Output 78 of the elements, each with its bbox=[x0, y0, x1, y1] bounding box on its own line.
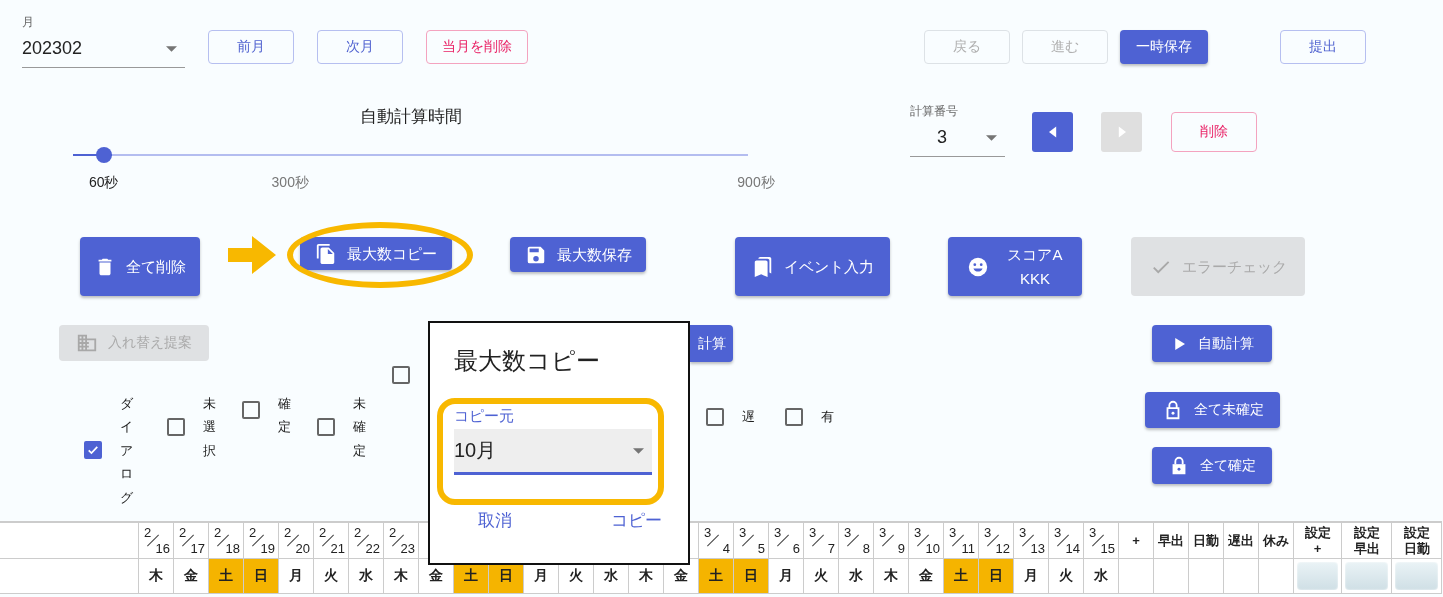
weekday-cell: 日 bbox=[244, 559, 279, 594]
date-header: 3 5 bbox=[734, 523, 769, 559]
delete-button[interactable]: 削除 bbox=[1171, 112, 1257, 152]
weekday-cell: 月 bbox=[769, 559, 804, 594]
weekday-cell: 月 bbox=[279, 559, 314, 594]
save-action-button[interactable]: 最大数保存 bbox=[510, 237, 646, 272]
date-header: 2 23 bbox=[384, 523, 419, 559]
weekday-cell: 月 bbox=[1014, 559, 1049, 594]
date-header: 3 4 bbox=[699, 523, 734, 559]
weekday-cell: 日 bbox=[734, 559, 769, 594]
date-header: 3 13 bbox=[1014, 523, 1049, 559]
column-header: + bbox=[1119, 523, 1154, 559]
weekday-cell: 土 bbox=[699, 559, 734, 594]
column-header: 日勤 bbox=[1189, 523, 1224, 559]
weekday-cell: 木 bbox=[874, 559, 909, 594]
copy-button[interactable]: コピー bbox=[603, 505, 670, 536]
checkbox-label: ダイアログ bbox=[120, 395, 133, 507]
weekday-cell: 水 bbox=[349, 559, 384, 594]
unconfirm-all-button[interactable]: 全て未確定 bbox=[1145, 392, 1280, 428]
date-header: 3 8 bbox=[839, 523, 874, 559]
date-header: 2 17 bbox=[174, 523, 209, 559]
checkbox-label: 遅 bbox=[742, 408, 755, 426]
slider-mark-label: 300秒 bbox=[271, 174, 309, 192]
event-action-button[interactable]: イベント入力 bbox=[735, 237, 890, 296]
column-header: 休み bbox=[1259, 523, 1294, 559]
date-header: 3 7 bbox=[804, 523, 839, 559]
date-header: 2 19 bbox=[244, 523, 279, 559]
score-action-button[interactable]: スコアA KKK bbox=[948, 237, 1082, 296]
date-header: 2 16 bbox=[139, 523, 174, 559]
month-nav-button[interactable]: 前月 bbox=[208, 30, 294, 64]
checkbox-label: 未選択 bbox=[203, 395, 216, 460]
column-header: 設定 日勤 bbox=[1392, 523, 1442, 559]
slider-mark-label: 60秒 bbox=[88, 174, 119, 192]
confirm-all-button[interactable]: 全て確定 bbox=[1152, 447, 1272, 484]
weekday-cell: 火 bbox=[804, 559, 839, 594]
date-header: 3 10 bbox=[909, 523, 944, 559]
date-header: 2 18 bbox=[209, 523, 244, 559]
weekday-cell: 木 bbox=[139, 559, 174, 594]
weekday-cell: 土 bbox=[209, 559, 244, 594]
date-header: 3 15 bbox=[1084, 523, 1119, 559]
date-header: 3 9 bbox=[874, 523, 909, 559]
calc-number-select[interactable]: 計算番号 3 bbox=[910, 103, 1005, 157]
date-header: 3 11 bbox=[944, 523, 979, 559]
column-header: 遅出 bbox=[1224, 523, 1259, 559]
weekday-cell: 金 bbox=[174, 559, 209, 594]
submit-button[interactable]: 提出 bbox=[1280, 30, 1366, 64]
month-select[interactable]: 月 202302 bbox=[22, 14, 185, 68]
copy-action-button[interactable]: 最大数コピー bbox=[300, 237, 452, 270]
date-header: 2 20 bbox=[279, 523, 314, 559]
month-nav-button[interactable]: 次月 bbox=[317, 30, 403, 64]
column-header: 設定 早出 bbox=[1342, 523, 1392, 559]
date-header: 2 21 bbox=[314, 523, 349, 559]
date-header: 2 22 bbox=[349, 523, 384, 559]
checkbox-label: 確定 bbox=[278, 395, 291, 437]
checkbox-label: 未確定 bbox=[353, 395, 366, 460]
date-header: 3 14 bbox=[1049, 523, 1084, 559]
weekday-cell: 水 bbox=[1084, 559, 1119, 594]
weekday-cell: 金 bbox=[909, 559, 944, 594]
date-header: 3 6 bbox=[769, 523, 804, 559]
weekday-cell: 木 bbox=[384, 559, 419, 594]
checkbox-label: 有 bbox=[821, 408, 834, 426]
date-header: 3 12 bbox=[979, 523, 1014, 559]
column-header: 早出 bbox=[1154, 523, 1189, 559]
weekday-cell: 火 bbox=[314, 559, 349, 594]
delete-month-button[interactable]: 当月を削除 bbox=[426, 30, 528, 64]
slider-mark-label: 900秒 bbox=[737, 174, 775, 192]
weekday-cell: 土 bbox=[944, 559, 979, 594]
weekday-cell: 日 bbox=[979, 559, 1014, 594]
weekday-cell: 水 bbox=[839, 559, 874, 594]
dialog-title: 最大数コピー bbox=[454, 346, 601, 376]
calculate-button[interactable]: 計算 bbox=[690, 325, 733, 362]
weekday-cell: 火 bbox=[1049, 559, 1084, 594]
column-header: 設定 + bbox=[1294, 523, 1342, 559]
slider-title: 自動計算時間 bbox=[358, 106, 463, 125]
trash-action-button[interactable]: 全て削除 bbox=[80, 237, 200, 296]
save-button[interactable]: 一時保存 bbox=[1120, 30, 1208, 64]
auto-calculate-button[interactable]: 自動計算 bbox=[1152, 325, 1272, 362]
cancel-button[interactable]: 取消 bbox=[470, 505, 520, 536]
